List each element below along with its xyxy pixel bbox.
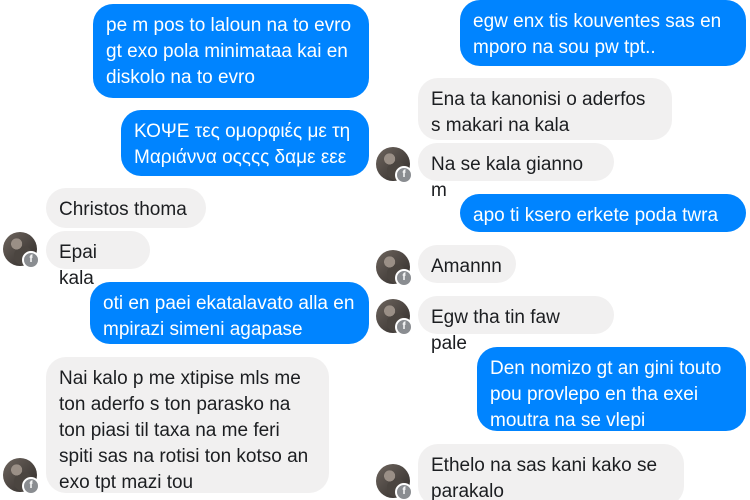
left-chat-thread[interactable]: pe m pos to laloun na to evro gt exo pol… (0, 0, 371, 500)
message-bubble-outgoing[interactable]: ΚΟΨΕ τες ομορφιές με τη Μαριάννα οςςςς δ… (121, 110, 369, 176)
contact-avatar[interactable]: f (376, 250, 413, 287)
message-bubble-outgoing[interactable]: egw enx tis kouventes sas en mporo na so… (460, 0, 746, 66)
contact-avatar[interactable]: f (3, 458, 40, 495)
message-bubble-incoming[interactable]: Ethelo na sas kani kako se parakalo (418, 444, 684, 500)
message-bubble-incoming[interactable]: Christos thoma (46, 188, 206, 228)
facebook-icon: f (395, 483, 413, 500)
facebook-icon: f (395, 166, 413, 184)
message-bubble-outgoing[interactable]: Den nomizo gt an gini touto pou provlepo… (477, 347, 746, 431)
message-bubble-incoming[interactable]: Egw tha tin faw pale (418, 296, 614, 354)
message-bubble-incoming[interactable]: Epai kala (46, 231, 150, 289)
message-bubble-outgoing[interactable]: apo ti ksero erkete poda twra (460, 194, 746, 232)
facebook-icon: f (22, 251, 40, 269)
message-bubble-incoming[interactable]: Ena ta kanonisi o aderfos s makari na ka… (418, 78, 672, 140)
contact-avatar[interactable]: f (376, 147, 413, 184)
message-bubble-outgoing[interactable]: pe m pos to laloun na to evro gt exo pol… (93, 4, 369, 98)
facebook-icon: f (395, 269, 413, 287)
right-chat-thread[interactable]: egw enx tis kouventes sas en mporo na so… (376, 0, 750, 500)
facebook-icon: f (22, 477, 40, 495)
facebook-icon: f (395, 318, 413, 336)
screenshot-collage: pe m pos to laloun na to evro gt exo pol… (0, 0, 750, 500)
message-bubble-outgoing[interactable]: oti en paei ekatalavato alla en mpirazi … (90, 282, 369, 344)
contact-avatar[interactable]: f (376, 464, 413, 500)
message-bubble-incoming[interactable]: Amannn (418, 245, 516, 283)
message-bubble-incoming[interactable]: Na se kala gianno m (418, 143, 614, 201)
contact-avatar[interactable]: f (3, 232, 40, 269)
message-bubble-incoming[interactable]: Nai kalo p me xtipise mls me ton aderfo … (46, 357, 329, 493)
contact-avatar[interactable]: f (376, 299, 413, 336)
